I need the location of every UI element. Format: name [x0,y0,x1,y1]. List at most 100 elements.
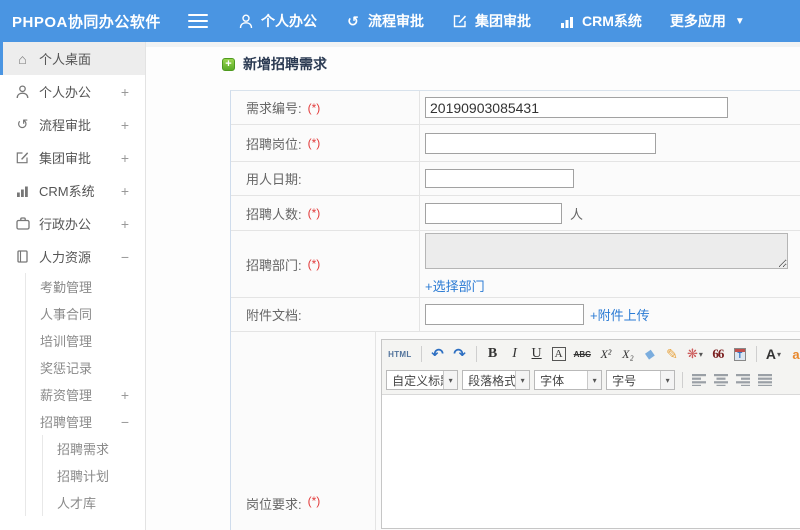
sidebar-item-human-resources[interactable]: 人力资源 − [0,240,145,273]
highlight-color-button[interactable]: a [787,344,800,364]
toolbar-separator [420,346,422,362]
align-center-icon[interactable] [712,370,730,390]
toolbar-separator [682,372,684,388]
sidebar-item-attendance[interactable]: 考勤管理 [26,273,145,300]
undo-icon[interactable]: ↶ [429,344,447,364]
sidebar-item-personal-desktop[interactable]: ⌂ 个人桌面 [0,42,145,75]
expand-plus-icon[interactable]: + [121,117,129,133]
required-mark: (*) [307,206,321,220]
sidebar-subitem-label: 招聘需求 [57,442,110,457]
field-label: 招聘部门: (*) [231,231,420,297]
sidebar-subitem-label: 薪资管理 [40,388,93,403]
sidebar-item-salary[interactable]: 薪资管理 + [26,381,145,408]
font-family-select[interactable]: 字体 ▾ [534,370,603,390]
align-right-icon[interactable] [734,370,752,390]
topnav-crm-system[interactable]: CRM系统 [559,11,642,31]
custom-heading-select[interactable]: 自定义标题 ▾ [386,370,459,390]
subscript-button[interactable]: X₂ [619,344,637,364]
caret-down-icon: ▾ [443,371,458,389]
eraser-icon[interactable]: ◆ [639,343,660,366]
underline-button[interactable]: U [528,344,546,364]
sidebar-item-recruit-plan[interactable]: 招聘计划 [43,462,145,489]
person-icon [14,84,31,100]
department-textarea[interactable] [425,233,788,269]
recruit-demand-form: 需求编号: (*) 招聘岗位: (*) 用人日期: [230,90,800,530]
editor-content-area[interactable] [382,395,800,528]
sidebar-item-label: 流程审批 [39,118,92,133]
topnav-workflow-approval[interactable]: ↺ 流程审批 [345,11,424,31]
sidebar-subitem-label: 招聘计划 [57,469,110,484]
sidebar-item-recruitment[interactable]: 招聘管理 − [26,408,145,435]
select-department-link[interactable]: +选择部门 [425,276,485,295]
sidebar-item-crm-system[interactable]: CRM系统 + [0,174,145,207]
bold-button[interactable]: B [484,344,502,364]
form-row-hire-date: 用人日期: [231,162,800,196]
headcount-input[interactable] [425,202,562,224]
history-icon: ↺ [16,116,29,132]
topnav-label: CRM系统 [582,13,642,29]
briefcase-icon [14,216,31,232]
sidebar-item-administration[interactable]: 行政办公 + [0,207,145,240]
superscript-button[interactable]: X² [597,344,615,364]
sidebar-item-rewards[interactable]: 奖惩记录 [26,354,145,381]
hire-date-input[interactable] [425,169,574,188]
blockquote-button[interactable]: 66 [709,344,727,364]
caret-down-icon: ▼ [734,15,745,27]
recruitment-submenu: 招聘需求 招聘计划 人才库 [42,435,145,516]
topnav-personal-office[interactable]: 个人办公 [238,11,317,31]
caret-down-icon: ▾ [515,371,530,389]
font-color-button[interactable]: A ▾ [764,344,783,364]
sidebar-item-group-approval[interactable]: 集团审批 + [0,141,145,174]
char-border-button[interactable]: A [551,347,566,361]
expand-plus-icon[interactable]: + [121,150,129,166]
page-title: + 新增招聘需求 [222,54,327,74]
position-input[interactable] [425,132,656,154]
paste-button[interactable]: T [731,344,749,364]
palette-icon: ❋ [686,346,698,361]
menu-toggle-icon[interactable] [188,14,208,28]
form-row-position: 招聘岗位: (*) [231,125,800,162]
paragraph-format-select[interactable]: 段落格式 ▾ [462,370,531,390]
strikethrough-button[interactable]: ABC [572,344,593,364]
edit-square-icon [452,13,468,29]
sidebar-item-training[interactable]: 培训管理 [26,327,145,354]
expand-plus-icon[interactable]: + [121,387,129,403]
expand-plus-icon[interactable]: + [121,84,129,100]
align-justify-icon[interactable] [756,370,774,390]
form-row-attachment: 附件文档: +附件上传 [231,298,800,332]
topnav-more-apps[interactable]: 更多应用 ▼ [670,11,745,31]
collapse-minus-icon[interactable]: − [121,414,129,430]
demand-number-input[interactable] [425,97,728,118]
align-left-icon[interactable] [690,370,708,390]
expand-plus-icon[interactable]: + [121,216,129,232]
sidebar-item-label: CRM系统 [39,184,95,199]
add-plus-icon: + [222,57,235,71]
topnav-label: 更多应用 [669,13,726,29]
sidebar-item-recruit-demand[interactable]: 招聘需求 [43,435,145,462]
field-label: 招聘人数: (*) [231,196,420,230]
sidebar-item-talent-pool[interactable]: 人才库 [43,489,145,516]
edit-square-icon [14,150,31,166]
italic-button[interactable]: I [506,344,524,364]
attachment-upload-link[interactable]: +附件上传 [590,305,650,324]
sidebar-item-hr-contract[interactable]: 人事合同 [26,300,145,327]
topnav-group-approval[interactable]: 集团审批 [452,11,531,31]
sidebar-subitem-label: 人才库 [57,496,97,511]
form-row-job-requirements: 岗位要求: (*) HTML ↶ ↷ B I U A ABC X² X₂ ◆ ✎… [231,332,800,530]
sidebar-item-personal-office[interactable]: 个人办公 + [0,75,145,108]
font-size-select[interactable]: 字号 ▾ [606,370,676,390]
redo-icon[interactable]: ↷ [451,344,469,364]
color-palette-button[interactable]: ❋ ▾ [685,344,705,364]
collapse-minus-icon[interactable]: − [121,249,129,265]
editor-toolbar-row-2: 自定义标题 ▾ 段落格式 ▾ 字体 ▾ 字号 ▾ [386,367,800,393]
html-source-button[interactable]: HTML [386,344,413,364]
bar-chart-icon [559,13,575,29]
expand-plus-icon[interactable]: + [121,183,129,199]
sidebar-item-workflow-approval[interactable]: ↺ 流程审批 + [0,108,145,141]
attachment-input[interactable] [425,304,584,325]
hr-submenu: 考勤管理 人事合同 培训管理 奖惩记录 薪资管理 + 招聘管理 − 招聘需求 招… [25,273,145,516]
form-row-demand-number: 需求编号: (*) [231,91,800,125]
book-icon [14,249,31,265]
format-brush-icon[interactable]: ✎ [663,344,681,364]
rich-text-editor: HTML ↶ ↷ B I U A ABC X² X₂ ◆ ✎ ❋ ▾ 66 T … [381,339,800,529]
